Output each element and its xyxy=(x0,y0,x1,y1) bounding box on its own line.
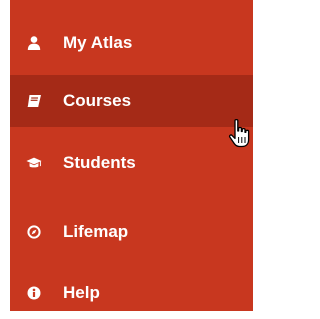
user-icon xyxy=(26,35,42,51)
menu-item-help[interactable]: Help xyxy=(10,267,253,319)
menu-item-students[interactable]: Students xyxy=(10,137,253,189)
menu-item-label: Students xyxy=(63,153,136,172)
menu-item-courses[interactable]: Courses xyxy=(10,75,253,127)
menu-item-label: Help xyxy=(63,283,100,302)
menu-item-label: Lifemap xyxy=(63,222,129,241)
info-icon xyxy=(26,285,42,301)
menu-item-my-atlas[interactable]: My Atlas xyxy=(10,17,253,69)
sidebar-menu: My Atlas Courses Students Lifemap Help xyxy=(10,0,253,311)
hand-pointer-cursor-icon xyxy=(227,118,253,152)
menu-item-lifemap[interactable]: Lifemap xyxy=(10,206,253,258)
compass-icon xyxy=(26,224,42,240)
menu-item-label: Courses xyxy=(63,91,132,110)
book-icon xyxy=(26,93,42,109)
graduation-cap-icon xyxy=(26,155,42,171)
menu-item-label: My Atlas xyxy=(63,33,133,52)
